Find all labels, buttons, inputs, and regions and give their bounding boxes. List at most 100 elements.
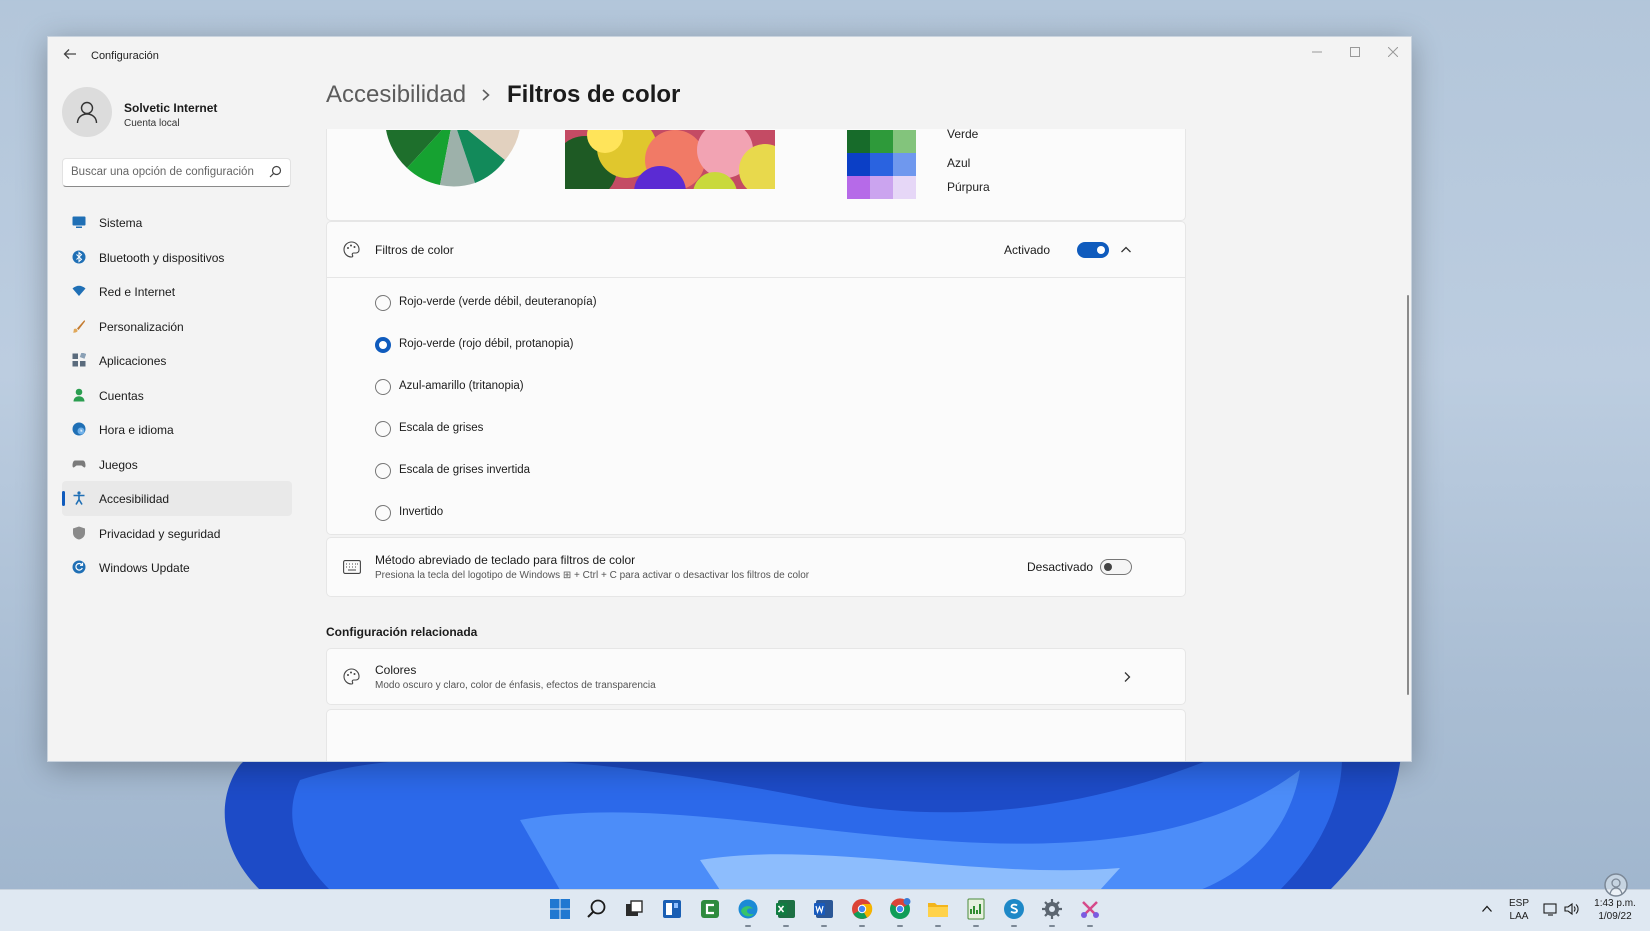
radio-button[interactable] bbox=[375, 463, 391, 479]
sidebar-nav: Sistema Bluetooth y dispositivos Red e I… bbox=[62, 205, 292, 585]
radio-label: Rojo-verde (rojo débil, protanopia) bbox=[399, 338, 574, 350]
running-indicator bbox=[897, 925, 903, 927]
radio-label: Escala de grises invertida bbox=[399, 464, 531, 476]
chrome-icon[interactable] bbox=[851, 898, 873, 920]
keyboard-layout: LAA bbox=[1509, 911, 1529, 922]
language-indicator[interactable]: ESP LAA bbox=[1505, 898, 1533, 922]
word-icon[interactable] bbox=[813, 898, 835, 920]
radio-button-selected[interactable] bbox=[375, 337, 391, 353]
sidebar-item-sistema[interactable]: Sistema bbox=[62, 205, 292, 240]
radio-button[interactable] bbox=[375, 379, 391, 395]
chevron-right-icon bbox=[481, 85, 491, 108]
color-filters-toggle[interactable] bbox=[1077, 242, 1109, 258]
keyboard-shortcut-card[interactable]: Método abreviado de teclado para filtros… bbox=[326, 537, 1186, 597]
radio-label: Invertido bbox=[399, 506, 444, 518]
sidebar-item-label: Sistema bbox=[99, 216, 143, 230]
color-filter-preview: Verde Azul Púrpura bbox=[326, 129, 1186, 221]
globe-clock-icon bbox=[72, 422, 86, 436]
scrollbar[interactable] bbox=[1407, 295, 1409, 695]
camtasia-icon[interactable] bbox=[699, 898, 721, 920]
running-indicator bbox=[821, 925, 827, 927]
apps-icon bbox=[72, 353, 86, 367]
sidebar-item-windows-update[interactable]: Windows Update bbox=[62, 550, 292, 585]
close-button[interactable] bbox=[1374, 41, 1411, 65]
file-explorer-icon[interactable] bbox=[927, 898, 949, 920]
shortcut-toggle[interactable] bbox=[1100, 559, 1132, 575]
sidebar-item-accesibilidad[interactable]: Accesibilidad bbox=[62, 481, 292, 516]
shield-icon bbox=[73, 526, 85, 539]
settings-gear-icon[interactable] bbox=[1041, 898, 1063, 920]
volume-icon[interactable] bbox=[1563, 901, 1579, 917]
radio-button[interactable] bbox=[375, 505, 391, 521]
search-icon[interactable] bbox=[586, 898, 608, 920]
search-icon bbox=[269, 165, 282, 178]
snipping-tool-icon[interactable] bbox=[1079, 898, 1101, 920]
search-input[interactable]: Buscar una opción de configuración bbox=[62, 158, 291, 187]
chevron-up-icon[interactable] bbox=[1481, 904, 1493, 914]
arrow-left-icon bbox=[63, 49, 76, 59]
sidebar-item-label: Juegos bbox=[99, 457, 138, 472]
running-indicator bbox=[935, 925, 941, 927]
chrome-profile-icon[interactable] bbox=[889, 898, 911, 920]
close-icon bbox=[1387, 46, 1399, 58]
swatch-label-purpura: Púrpura bbox=[947, 180, 990, 194]
palette-icon bbox=[343, 241, 360, 258]
running-indicator bbox=[1049, 925, 1055, 927]
keyboard-icon bbox=[343, 560, 361, 574]
network-icon[interactable] bbox=[1543, 901, 1559, 917]
page-title: Filtros de color bbox=[507, 81, 681, 108]
shortcut-state: Desactivado bbox=[1027, 560, 1094, 574]
brush-icon bbox=[73, 319, 85, 333]
accessibility-icon bbox=[73, 491, 85, 505]
date: 1/09/22 bbox=[1598, 911, 1632, 922]
sidebar-item-cuentas[interactable]: Cuentas bbox=[62, 378, 292, 413]
sidebar-item-label: Bluetooth y dispositivos bbox=[99, 250, 225, 265]
watermark-logo-icon bbox=[1604, 873, 1628, 897]
running-indicator bbox=[1011, 925, 1017, 927]
language-code: ESP bbox=[1508, 898, 1529, 909]
widgets-icon[interactable] bbox=[661, 898, 683, 920]
related-colores-card[interactable]: Colores Modo oscuro y claro, color de én… bbox=[326, 648, 1186, 705]
maximize-button[interactable] bbox=[1336, 41, 1374, 65]
taskbar: ESP LAA 1:43 p.m. 1/09/22 bbox=[0, 889, 1650, 931]
sidebar-item-red[interactable]: Red e Internet bbox=[62, 274, 292, 309]
minimize-button[interactable] bbox=[1298, 41, 1336, 65]
chevron-up-icon[interactable] bbox=[1120, 245, 1132, 254]
radio-button[interactable] bbox=[375, 421, 391, 437]
bluetooth-icon bbox=[72, 250, 86, 263]
windows-start-icon[interactable] bbox=[549, 898, 571, 920]
app-title: Configuración bbox=[91, 50, 159, 62]
sidebar-item-personalizacion[interactable]: Personalización bbox=[62, 309, 292, 344]
minimize-icon bbox=[1312, 51, 1322, 53]
radio-button[interactable] bbox=[375, 295, 391, 311]
running-indicator bbox=[859, 925, 865, 927]
color-filters-state: Activado bbox=[1004, 243, 1051, 257]
radio-label: Azul-amarillo (tritanopia) bbox=[399, 380, 524, 392]
sidebar-item-hora[interactable]: Hora e idioma bbox=[62, 412, 292, 447]
related-next-card[interactable] bbox=[326, 709, 1186, 761]
sidebar-item-bluetooth[interactable]: Bluetooth y dispositivos bbox=[62, 240, 292, 275]
color-filters-header[interactable]: Filtros de color Activado bbox=[327, 222, 1185, 278]
breadcrumb-parent[interactable]: Accesibilidad bbox=[326, 81, 466, 109]
color-filters-card: Filtros de color Activado Rojo-verde (ve… bbox=[326, 221, 1186, 535]
preview-photo-image bbox=[565, 130, 775, 189]
excel-icon[interactable] bbox=[775, 898, 797, 920]
sidebar-item-label: Windows Update bbox=[99, 561, 190, 575]
sidebar-item-label: Hora e idioma bbox=[99, 423, 174, 437]
swatch-azul-1 bbox=[847, 153, 870, 176]
sidebar-item-juegos[interactable]: Juegos bbox=[62, 447, 292, 482]
edge-browser-icon[interactable] bbox=[737, 898, 759, 920]
colores-subtitle: Modo oscuro y claro, color de énfasis, e… bbox=[375, 680, 656, 691]
color-filters-title: Filtros de color bbox=[375, 243, 454, 257]
spreadsheet-app-icon[interactable] bbox=[965, 898, 987, 920]
sidebar-item-privacidad[interactable]: Privacidad y seguridad bbox=[62, 516, 292, 551]
swatch-purpura-3 bbox=[893, 176, 916, 199]
skype-icon[interactable] bbox=[1003, 898, 1025, 920]
back-button[interactable] bbox=[58, 47, 82, 67]
task-view-icon[interactable] bbox=[623, 898, 645, 920]
radio-label: Escala de grises bbox=[399, 422, 484, 434]
swatch-verde-1 bbox=[847, 130, 870, 153]
maximize-icon bbox=[1350, 47, 1360, 57]
sidebar-item-aplicaciones[interactable]: Aplicaciones bbox=[62, 343, 292, 378]
settings-window: Configuración Solvetic Internet Cuenta l… bbox=[47, 36, 1412, 762]
